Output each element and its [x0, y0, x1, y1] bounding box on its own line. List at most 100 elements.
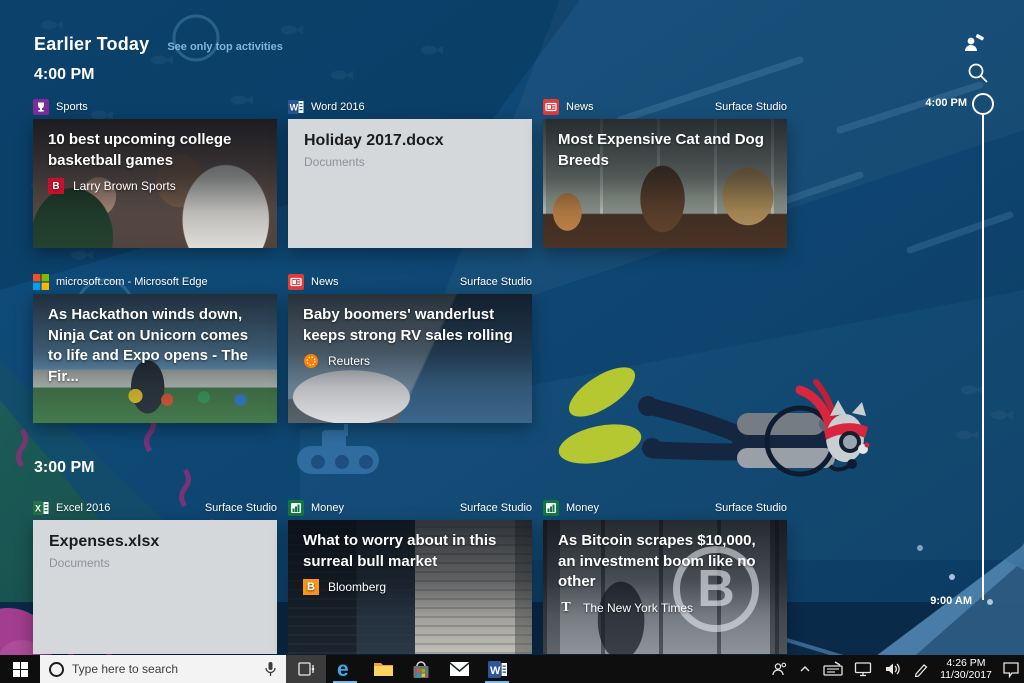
activity-card-word[interactable]: W Word 2016 Holiday 2017.docx Documents [288, 99, 532, 248]
page-title: Earlier Today [34, 34, 150, 54]
activity-card-news-pets[interactable]: News Surface Studio Most Expensive Cat a… [543, 99, 787, 248]
search-icon[interactable] [966, 61, 990, 90]
card-device-label: Surface Studio [459, 276, 532, 288]
card-app-label: News [566, 101, 594, 113]
file-explorer-taskbar-button[interactable] [364, 655, 402, 683]
word-app-icon: W [288, 99, 304, 115]
card-source: T The New York Times [543, 593, 787, 616]
card-app-label: Money [566, 502, 600, 514]
hidden-icons-button[interactable] [792, 655, 818, 683]
card-subtitle: Documents [49, 556, 110, 570]
task-view-button[interactable] [286, 655, 326, 683]
new-york-times-logo-icon: T [561, 600, 571, 616]
timeline-header: Earlier Today See only top activities [34, 34, 283, 55]
card-preview: What to worry about in this surreal bull… [288, 520, 532, 654]
card-device-label: Surface Studio [714, 101, 787, 113]
card-source-label: Bloomberg [328, 580, 387, 595]
clock-time: 4:26 PM [946, 657, 986, 669]
people-tray-button[interactable] [766, 655, 792, 683]
word-taskbar-button[interactable]: W [478, 655, 516, 683]
card-device-label: Surface Studio [459, 502, 532, 514]
card-source-label: Larry Brown Sports [73, 179, 176, 194]
mail-icon [449, 662, 469, 676]
touch-keyboard-button[interactable] [818, 655, 848, 683]
card-preview: Holiday 2017.docx Documents [288, 119, 532, 248]
card-source-label: Reuters [328, 354, 371, 369]
card-title: What to worry about in this surreal bull… [303, 532, 497, 570]
timeline-scrubber-knob[interactable] [972, 93, 994, 115]
activity-card-sports[interactable]: Sports 10 best upcoming college basketba… [33, 99, 277, 248]
news-app-icon [288, 274, 304, 290]
touch-keyboard-icon [823, 661, 843, 676]
card-title: Baby boomers' wanderlust keeps strong RV… [303, 306, 513, 344]
card-preview: Expenses.xlsx Documents [33, 520, 277, 654]
taskbar-clock[interactable]: 4:26 PM 11/30/2017 [934, 655, 998, 683]
card-preview: As Hackathon winds down, Ninja Cat on Un… [33, 294, 277, 423]
activity-card-excel[interactable]: X Excel 2016 Surface Studio Expenses.xls… [33, 500, 277, 654]
time-group-label-4pm: 4:00 PM [34, 66, 95, 83]
people-icon [772, 662, 787, 676]
activity-card-money-bitcoin[interactable]: Money Surface Studio B As Bitcoin scrape… [543, 500, 787, 654]
reuters-logo-icon [303, 353, 319, 369]
card-source: B Larry Brown Sports [33, 171, 277, 195]
scrubber-start-time: 4:00 PM [925, 97, 967, 109]
volume-icon [885, 663, 900, 675]
timeline-scrubber-track[interactable] [982, 115, 984, 600]
microphone-icon[interactable] [264, 661, 277, 677]
mail-taskbar-button[interactable] [440, 655, 478, 683]
card-source: B Bloomberg [288, 572, 532, 596]
card-device-label: Surface Studio [714, 502, 787, 514]
taskbar-search-box[interactable] [40, 655, 286, 683]
action-center-button[interactable] [998, 655, 1024, 683]
excel-app-icon: X [33, 500, 49, 516]
pen-icon [914, 664, 928, 677]
card-preview: 10 best upcoming college basketball game… [33, 119, 277, 248]
search-input[interactable] [72, 662, 256, 676]
svg-text:e: e [337, 658, 349, 680]
svg-text:W: W [290, 103, 299, 113]
bloomberg-logo-icon: B [303, 579, 319, 596]
card-subtitle: Documents [304, 155, 365, 169]
card-device-label: Surface Studio [204, 502, 277, 514]
file-explorer-icon [373, 663, 393, 676]
microsoft-logo-icon [33, 274, 49, 290]
news-app-icon [543, 99, 559, 115]
scrubber-end-time: 9:00 AM [930, 595, 972, 607]
card-app-label: Sports [56, 101, 88, 113]
store-icon [413, 660, 429, 678]
chevron-up-icon [800, 666, 810, 672]
card-preview: B As Bitcoin scrapes $10,000, an investm… [543, 520, 787, 654]
word-icon: W [487, 660, 507, 678]
timeline-screen: Earlier Today See only top activities 4:… [0, 0, 1024, 683]
edge-icon: e [337, 658, 349, 680]
windows-ink-button[interactable] [908, 655, 934, 683]
card-app-label: Money [311, 502, 345, 514]
activity-card-news-rv[interactable]: News Surface Studio Baby boomers' wander… [288, 274, 532, 423]
card-title: As Bitcoin scrapes $10,000, an investmen… [558, 532, 756, 591]
card-app-label: Word 2016 [311, 101, 365, 113]
card-app-label: News [311, 276, 339, 288]
card-title: Holiday 2017.docx [304, 132, 444, 149]
svg-text:W: W [490, 665, 501, 677]
network-tray-button[interactable] [848, 655, 878, 683]
start-button[interactable] [0, 655, 40, 683]
user-annotation-icon[interactable] [963, 33, 985, 60]
top-activities-link[interactable]: See only top activities [167, 41, 283, 53]
card-title: As Hackathon winds down, Ninja Cat on Un… [48, 306, 249, 386]
card-source: Reuters [288, 346, 532, 369]
card-title: 10 best upcoming college basketball game… [48, 131, 232, 169]
time-group-label-3pm: 3:00 PM [34, 459, 95, 476]
money-app-icon [288, 500, 304, 516]
volume-tray-button[interactable] [878, 655, 908, 683]
action-center-icon [1003, 661, 1019, 678]
edge-taskbar-button[interactable]: e [326, 655, 364, 683]
store-taskbar-button[interactable] [402, 655, 440, 683]
clock-date: 11/30/2017 [940, 669, 992, 681]
network-icon [854, 662, 872, 677]
svg-text:X: X [35, 504, 41, 514]
activity-card-money-bull[interactable]: Money Surface Studio What to worry about… [288, 500, 532, 654]
system-tray: 4:26 PM 11/30/2017 [766, 655, 1024, 683]
card-preview: Most Expensive Cat and Dog Breeds [543, 119, 787, 248]
sports-app-icon [33, 99, 49, 115]
activity-card-edge[interactable]: microsoft.com - Microsoft Edge As Hackat… [33, 274, 277, 423]
